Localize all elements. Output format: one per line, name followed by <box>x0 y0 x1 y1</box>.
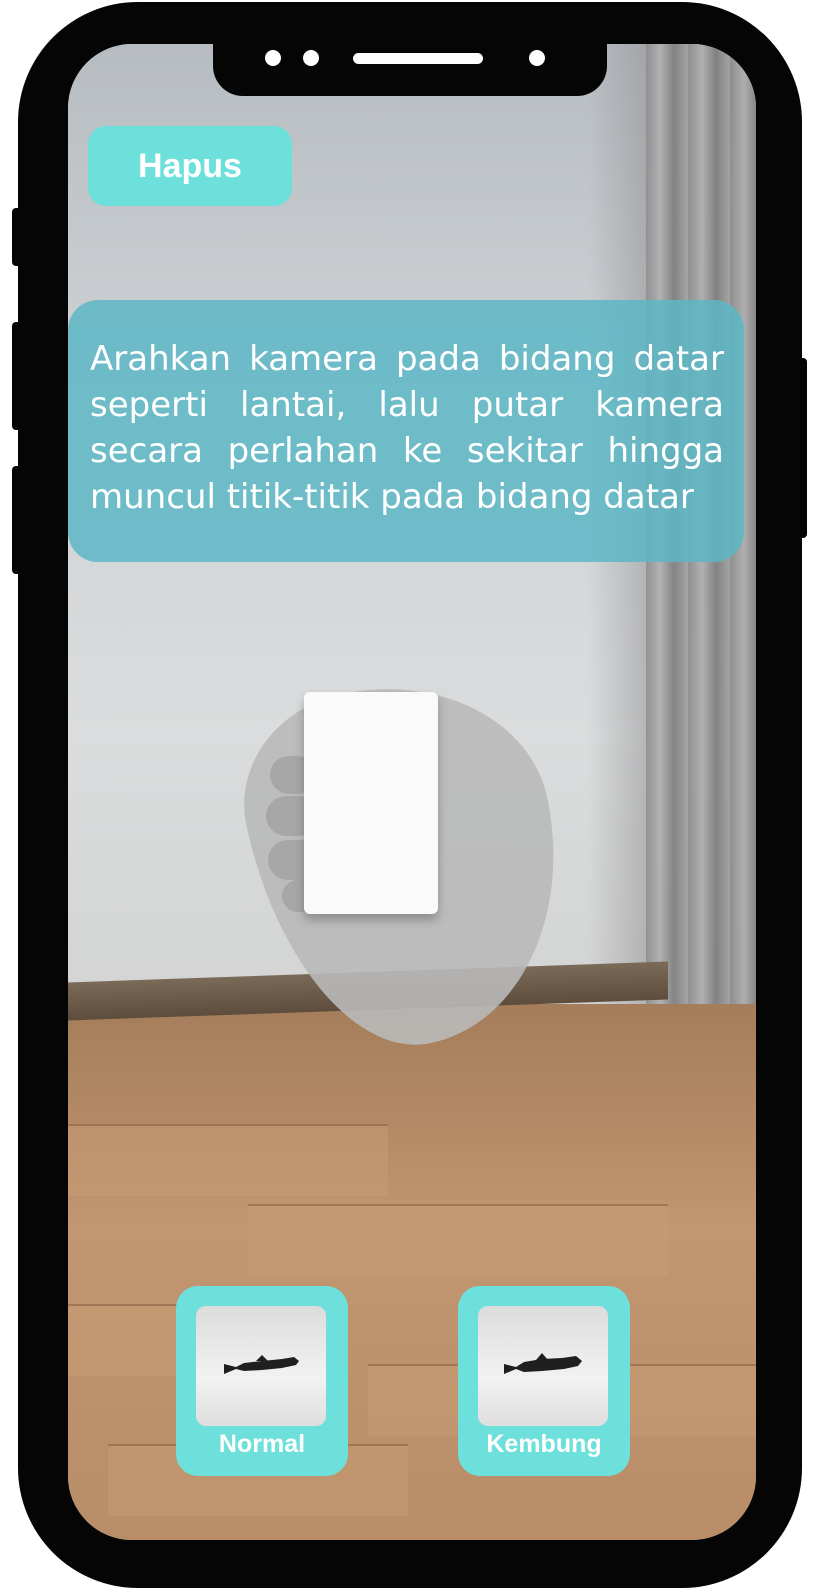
model-label: Kembung <box>486 1430 602 1458</box>
phone-guide-icon <box>304 692 438 914</box>
model-button-kembung[interactable]: Kembung <box>458 1286 630 1476</box>
earpiece-speaker <box>353 53 483 64</box>
front-camera-dot <box>529 50 545 66</box>
sensor-dot <box>265 50 281 66</box>
instruction-text: Arahkan kamera pada bidang datar seperti… <box>90 339 724 517</box>
instruction-banner: Arahkan kamera pada bidang datar seperti… <box>68 300 744 562</box>
fish-model-icon <box>504 1353 582 1374</box>
phone-notch <box>213 42 607 96</box>
model-button-normal[interactable]: Normal <box>176 1286 348 1476</box>
ar-camera-screen[interactable]: Hapus Arahkan kamera pada bidang datar s… <box>68 44 756 1540</box>
side-button-silent <box>12 208 22 266</box>
model-thumbnail <box>478 1306 608 1426</box>
model-label: Normal <box>218 1430 306 1458</box>
delete-button[interactable]: Hapus <box>88 126 292 206</box>
floor-plank <box>248 1204 668 1276</box>
model-thumbnail <box>196 1306 326 1426</box>
floor-plank <box>68 1124 388 1196</box>
sensor-dot <box>303 50 319 66</box>
fish-model-icon <box>224 1355 299 1374</box>
side-button-volume-down <box>12 466 22 574</box>
side-button-power <box>797 358 807 538</box>
camera-floor <box>68 1004 756 1540</box>
side-button-volume-up <box>12 322 22 430</box>
